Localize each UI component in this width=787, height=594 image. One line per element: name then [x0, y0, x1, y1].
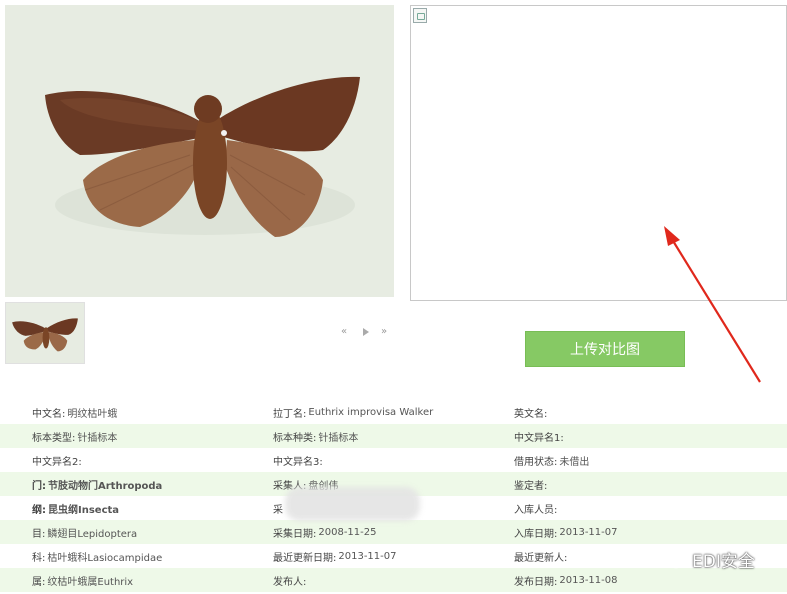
field-value: 2013-11-08 [559, 574, 618, 586]
field-value: 针插标本 [77, 432, 118, 444]
specimen-main-image[interactable] [5, 5, 394, 297]
field-label: 英文名: [514, 408, 548, 420]
field-label: 借用状态: [514, 456, 558, 468]
redaction-blur [285, 487, 420, 521]
field-label: 入库人员: [514, 504, 558, 516]
pager-prev-button[interactable]: « [341, 326, 347, 337]
field-value: 明纹枯叶蛾 [67, 408, 118, 420]
field-value: 节肢动物门Arthropoda [48, 480, 163, 492]
field-label: 中文名: [32, 408, 66, 420]
field-label: 标本种类: [273, 432, 317, 444]
info-cell: 中文异名1: [514, 424, 787, 448]
watermark-text: EDI安全 [692, 552, 755, 572]
info-cell: 目: 鳞翅目Lepidoptera [0, 520, 273, 544]
specimen-thumbnail[interactable] [5, 302, 85, 364]
table-row: 目: 鳞翅目Lepidoptera 采集日期: 2008-11-25 入库日期: 2013… [0, 520, 787, 544]
field-label: 拉丁名: [273, 408, 307, 420]
field-label: 采集日期: [273, 528, 317, 540]
field-value: 2013-11-07 [559, 526, 618, 538]
info-cell: 入库日期: 2013-11-07 [514, 520, 787, 544]
field-label: 最近更新人: [514, 552, 568, 564]
info-cell: 纲: 昆虫纲Insecta [0, 496, 273, 520]
field-value: 昆虫纲Insecta [48, 504, 120, 516]
comparison-image-panel[interactable] [410, 5, 787, 301]
info-cell: 拉丁名: Euthrix improvisa Walker [273, 400, 514, 424]
field-label: 鉴定者: [514, 480, 548, 492]
table-row: 中文异名2: 中文异名3: 借用状态: 未借出 [0, 448, 787, 472]
field-label: 标本类型: [32, 432, 76, 444]
field-label: 中文异名3: [273, 456, 323, 468]
info-cell: 标本类型: 针插标本 [0, 424, 273, 448]
wechat-icon [660, 550, 684, 568]
pager-play-icon[interactable] [363, 328, 369, 336]
field-label: 属: [32, 576, 46, 588]
info-cell: 门: 节肢动物门Arthropoda [0, 472, 273, 496]
field-value: 针插标本 [318, 432, 359, 444]
info-cell: 入库人员: [514, 496, 787, 520]
field-value: 纹枯叶蛾属Euthrix [47, 576, 134, 588]
moth-photo [5, 5, 394, 297]
info-cell: 最近更新日期: 2013-11-07 [273, 544, 514, 568]
info-cell: 鉴定者: [514, 472, 787, 496]
field-label: 入库日期: [514, 528, 558, 540]
info-cell: 采集日期: 2008-11-25 [273, 520, 514, 544]
info-cell: 英文名: [514, 400, 787, 424]
field-label: 纲: [32, 504, 46, 516]
field-label: 门: [32, 480, 46, 492]
info-cell: 中文异名2: [0, 448, 273, 472]
field-value: 2013-11-07 [338, 550, 397, 562]
field-value: 未借出 [559, 456, 590, 468]
field-label: 中文异名2: [32, 456, 82, 468]
info-cell: 标本种类: 针插标本 [273, 424, 514, 448]
info-cell: 发布人: [273, 568, 514, 592]
info-cell: 科: 枯叶蛾科Lasiocampidae [0, 544, 273, 568]
info-cell: 借用状态: 未借出 [514, 448, 787, 472]
field-label: 最近更新日期: [273, 552, 337, 564]
field-value: 枯叶蛾科Lasiocampidae [47, 552, 163, 564]
field-label: 发布人: [273, 576, 307, 588]
moth-thumbnail-photo [6, 303, 84, 363]
table-row: 标本类型: 针插标本 标本种类: 针插标本 中文异名1: [0, 424, 787, 448]
field-label: 采 [273, 504, 283, 516]
pager-next-button[interactable]: » [381, 326, 387, 337]
table-row: 中文名: 明纹枯叶蛾 拉丁名: Euthrix improvisa Walker 英文名… [0, 400, 787, 424]
watermark: EDI安全 [660, 547, 755, 572]
info-cell: 属: 纹枯叶蛾属Euthrix [0, 568, 273, 592]
specimen-detail-page: « » 上传对比图 中文名: 明纹枯叶蛾 拉丁名: Euthrix improvisa… [0, 0, 787, 594]
broken-image-icon [413, 8, 427, 23]
field-label: 科: [32, 552, 46, 564]
info-cell: 中文名: 明纹枯叶蛾 [0, 400, 273, 424]
field-label: 目: [32, 528, 46, 540]
field-value: 2008-11-25 [318, 526, 377, 538]
field-label: 中文异名1: [514, 432, 564, 444]
field-value: Euthrix improvisa Walker [308, 406, 434, 418]
field-label: 发布日期: [514, 576, 558, 588]
field-value: 鳞翅目Lepidoptera [47, 528, 138, 540]
info-cell: 中文异名3: [273, 448, 514, 472]
upload-comparison-button[interactable]: 上传对比图 [525, 331, 685, 367]
